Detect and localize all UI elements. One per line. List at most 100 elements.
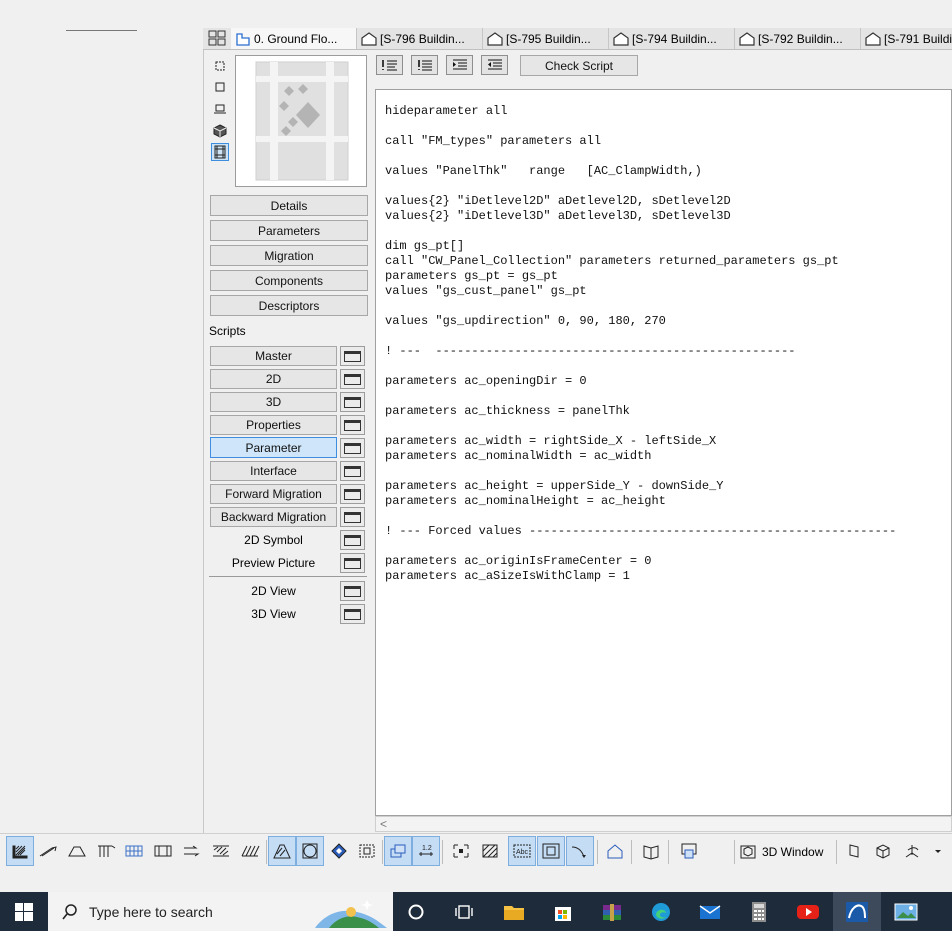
2d-view-button[interactable]: 2D View — [210, 581, 337, 601]
book-icon[interactable] — [637, 836, 665, 866]
dimension-icon[interactable]: 1.2 — [412, 836, 440, 866]
open-window-icon[interactable] — [340, 461, 365, 481]
tab-overview-icon[interactable] — [208, 30, 226, 46]
layers-icon[interactable] — [384, 836, 412, 866]
winrar-icon[interactable] — [588, 892, 636, 931]
file-explorer-icon[interactable] — [490, 892, 538, 931]
floor-plan-icon — [236, 32, 250, 46]
script-properties-button[interactable]: Properties — [210, 415, 337, 435]
open-window-icon[interactable] — [340, 484, 365, 504]
task-view-icon[interactable] — [440, 892, 488, 931]
wall-tool-icon[interactable] — [34, 836, 62, 866]
svg-text:Abc: Abc — [516, 849, 529, 856]
tab-label: [S-795 Buildin... — [506, 31, 591, 46]
building-section-icon — [739, 31, 755, 46]
curtain-wall-icon[interactable] — [120, 836, 148, 866]
select-area-icon[interactable] — [447, 836, 475, 866]
script-code[interactable]: hideparameter all call "FM_types" parame… — [376, 90, 951, 584]
script-2d-button[interactable]: 2D — [210, 369, 337, 389]
open-window-icon[interactable] — [340, 507, 365, 527]
store-icon[interactable] — [539, 892, 587, 931]
open-window-icon[interactable] — [340, 604, 365, 624]
calculator-icon[interactable] — [735, 892, 783, 931]
script-interface-button[interactable]: Interface — [210, 461, 337, 481]
script-backward-migration-button[interactable]: Backward Migration — [210, 507, 337, 527]
tab-s794[interactable]: [S-794 Buildin... — [609, 28, 735, 49]
outdent-icon[interactable] — [481, 55, 508, 75]
3d-view-button[interactable]: 3D View — [210, 604, 337, 624]
uncomment-icon[interactable] — [411, 55, 438, 75]
open-window-icon[interactable] — [340, 346, 365, 366]
indent-icon[interactable] — [446, 55, 473, 75]
tab-s796[interactable]: [S-796 Buildin... — [357, 28, 483, 49]
migration-button[interactable]: Migration — [210, 245, 368, 266]
box-icon[interactable] — [869, 836, 897, 866]
horizontal-scrollbar[interactable]: < — [375, 816, 952, 832]
roof-tool-icon[interactable] — [63, 836, 91, 866]
script-preview-picture-button[interactable]: Preview Picture — [210, 553, 337, 573]
orbit-dropdown-icon[interactable] — [900, 836, 944, 866]
fill-tool-icon[interactable] — [268, 836, 296, 866]
3d-box-icon[interactable] — [211, 78, 229, 96]
hatched-area-icon[interactable] — [476, 836, 504, 866]
taskbar-search[interactable]: Type here to search — [48, 892, 393, 931]
cube-icon[interactable] — [211, 122, 229, 140]
stair-tool-icon[interactable] — [178, 836, 206, 866]
tab-label: [S-794 Buildin... — [632, 31, 717, 46]
slab-tool-icon[interactable] — [207, 836, 235, 866]
tab-s791[interactable]: [S-791 Buildin... — [861, 28, 952, 49]
object-tool-icon[interactable] — [296, 836, 324, 866]
open-window-icon[interactable] — [340, 581, 365, 601]
shape-icon[interactable] — [211, 100, 229, 118]
components-button[interactable]: Components — [210, 270, 368, 291]
tab-ground-floor[interactable]: 0. Ground Flo... — [231, 28, 357, 49]
3d-window-button[interactable]: 3D Window — [739, 838, 823, 866]
tab-s792[interactable]: [S-792 Buildin... — [735, 28, 861, 49]
publisher-icon[interactable] — [675, 836, 703, 866]
divider — [66, 30, 137, 31]
arc-tool-icon[interactable] — [566, 836, 594, 866]
archicad-icon[interactable] — [833, 892, 881, 931]
mail-icon[interactable] — [686, 892, 734, 931]
open-window-icon[interactable] — [340, 438, 365, 458]
comment-icon[interactable] — [376, 55, 403, 75]
script-forward-migration-button[interactable]: Forward Migration — [210, 484, 337, 504]
open-window-icon[interactable] — [340, 392, 365, 412]
script-3d-button[interactable]: 3D — [210, 392, 337, 412]
tab-s795[interactable]: [S-795 Buildin... — [483, 28, 609, 49]
toolbar-separator — [442, 840, 443, 864]
check-script-button[interactable]: Check Script — [520, 55, 638, 76]
hatch-tool-icon[interactable] — [6, 836, 34, 866]
script-2d-symbol-button[interactable]: 2D Symbol — [210, 530, 337, 550]
youtube-icon[interactable] — [784, 892, 832, 931]
open-window-icon[interactable] — [340, 369, 365, 389]
2d-preview-icon[interactable] — [211, 57, 229, 75]
edge-icon[interactable] — [637, 892, 685, 931]
cortana-icon[interactable] — [392, 892, 440, 931]
photos-icon[interactable] — [882, 892, 930, 931]
open-window-icon[interactable] — [340, 530, 365, 550]
details-button[interactable]: Details — [210, 195, 368, 216]
open-window-icon[interactable] — [340, 415, 365, 435]
morph-tool-icon[interactable] — [325, 836, 353, 866]
tab-label: 0. Ground Flo... — [254, 31, 338, 46]
scroll-left-icon[interactable]: < — [380, 817, 387, 831]
toolbar-separator — [836, 840, 837, 864]
open-window-icon[interactable] — [340, 553, 365, 573]
script-master-button[interactable]: Master — [210, 346, 337, 366]
parameters-button[interactable]: Parameters — [210, 220, 368, 241]
text-tool-icon[interactable]: Abc — [508, 836, 536, 866]
script-parameter-button[interactable]: Parameter — [210, 437, 337, 458]
toolbar-separator — [631, 840, 632, 864]
zoom-area-icon[interactable] — [537, 836, 565, 866]
windows-start-icon[interactable] — [0, 892, 48, 931]
zone-tool-icon[interactable] — [353, 836, 381, 866]
window-tool-icon[interactable] — [149, 836, 177, 866]
mesh-tool-icon[interactable] — [236, 836, 264, 866]
film-icon[interactable] — [211, 143, 229, 161]
descriptors-button[interactable]: Descriptors — [210, 295, 368, 316]
script-editor[interactable]: hideparameter all call "FM_types" parame… — [375, 89, 952, 816]
home-view-icon[interactable] — [601, 836, 629, 866]
column-tool-icon[interactable] — [92, 836, 120, 866]
panel-icon[interactable] — [840, 836, 868, 866]
